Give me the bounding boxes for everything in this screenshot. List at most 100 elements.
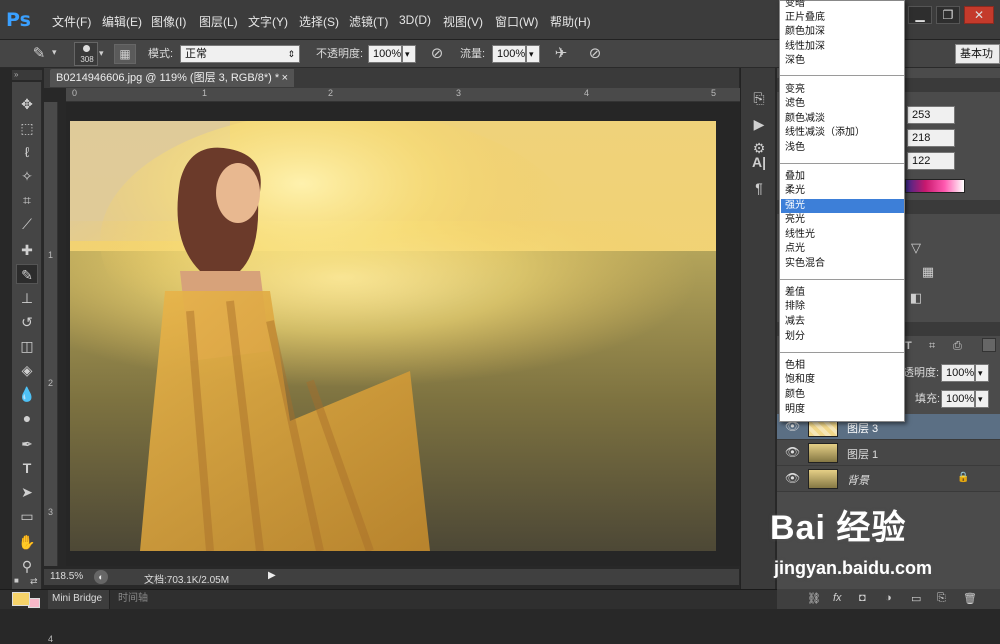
type-tool-icon[interactable]: T — [16, 458, 38, 478]
new-layer-icon[interactable]: ⎘ — [937, 592, 946, 605]
brush-tool-icon[interactable]: ✎ — [28, 44, 50, 64]
blend-mode-option[interactable]: 柔光 — [785, 184, 805, 198]
eyedropper-tool-icon[interactable]: ⟋ — [16, 214, 38, 234]
blend-mode-option[interactable]: 实色混合 — [785, 257, 825, 271]
brush-preset-picker[interactable]: 308 — [74, 42, 98, 66]
rectangle-tool-icon[interactable]: ▭ — [16, 506, 38, 526]
gradient-map-icon[interactable]: ▽ — [907, 240, 925, 256]
mode-select[interactable]: 正常 ⇕ — [180, 45, 300, 63]
brush-panel-toggle-icon[interactable]: ▦ — [114, 44, 136, 64]
close-window-button[interactable]: ✕ — [964, 6, 994, 24]
visibility-eye-icon[interactable]: 👁 — [785, 445, 800, 459]
blend-mode-option[interactable]: 亮光 — [785, 213, 805, 227]
actions-panel-icon[interactable]: ▶ — [749, 116, 769, 133]
layer-fill-field[interactable]: 100% — [941, 390, 975, 408]
adjustment-layer-icon[interactable]: ◑ — [885, 592, 892, 604]
layer-mask-icon[interactable]: ◘ — [859, 592, 866, 604]
menu-edit[interactable]: 编辑(E) — [102, 13, 142, 30]
blend-mode-option[interactable]: 颜色 — [785, 388, 805, 402]
airbrush-icon[interactable]: ✈ — [550, 44, 572, 62]
hand-tool-icon[interactable]: ✋ — [16, 532, 38, 552]
blend-mode-option[interactable]: 饱和度 — [785, 373, 815, 387]
red-value-field[interactable]: 253 — [907, 106, 955, 124]
blend-mode-option[interactable]: 变亮 — [785, 83, 805, 97]
green-value-field[interactable]: 218 — [907, 129, 955, 147]
clone-stamp-tool-icon[interactable]: ⊥ — [16, 288, 38, 308]
blend-mode-option[interactable]: 划分 — [785, 330, 805, 344]
flow-field[interactable]: 100% — [492, 45, 526, 63]
brush-tool-icon[interactable]: ✎ — [16, 264, 38, 284]
link-layers-icon[interactable]: ⛓ — [807, 592, 821, 605]
blend-mode-option[interactable]: 颜色加深 — [785, 25, 825, 39]
pressure-size-icon[interactable]: ⊘ — [584, 44, 606, 62]
menu-help[interactable]: 帮助(H) — [550, 13, 591, 30]
layer-name[interactable]: 图层 3 — [847, 420, 878, 436]
history-panel-icon[interactable]: ⎘ — [749, 90, 769, 107]
photo-canvas[interactable] — [70, 121, 716, 551]
restore-button[interactable]: ❐ — [936, 6, 960, 24]
pressure-opacity-icon[interactable]: ⊘ — [426, 44, 448, 62]
default-colors-icon[interactable]: ■ — [14, 576, 22, 585]
quick-select-tool-icon[interactable]: ✧ — [16, 166, 38, 186]
workspace-button[interactable]: 基本功 — [955, 44, 1000, 64]
opacity-dropdown-arrow-icon[interactable]: ▾ — [402, 45, 416, 63]
swap-colors-icon[interactable]: ⇄ — [30, 576, 40, 586]
chevron-down-icon[interactable]: ▾ — [52, 47, 57, 58]
layer-opacity-arrow-icon[interactable]: ▾ — [975, 364, 989, 382]
blend-mode-option[interactable]: 线性减淡（添加） — [785, 126, 865, 140]
menu-type[interactable]: 文字(Y) — [248, 13, 288, 30]
blend-mode-option[interactable]: 线性加深 — [785, 40, 825, 54]
brush-picker-arrow-icon[interactable]: ▾ — [99, 48, 104, 59]
tab-mini-bridge[interactable]: Mini Bridge — [48, 590, 110, 609]
tab-timeline[interactable]: 时间轴 — [116, 590, 166, 609]
menu-file[interactable]: 文件(F) — [52, 13, 91, 30]
blend-mode-option[interactable]: 差值 — [785, 286, 805, 300]
dodge-tool-icon[interactable]: ● — [16, 408, 38, 428]
blend-mode-option[interactable]: 排除 — [785, 300, 805, 314]
blend-mode-option[interactable]: 线性光 — [785, 228, 815, 242]
blend-mode-option[interactable]: 正片叠底 — [785, 11, 825, 25]
layer-fill-arrow-icon[interactable]: ▾ — [975, 390, 989, 408]
layer-name[interactable]: 图层 1 — [847, 446, 878, 462]
blend-mode-dropdown[interactable]: 变暗 正片叠底 颜色加深 线性加深 深色 变亮 滤色 颜色减淡 线性减淡（添加）… — [779, 0, 905, 422]
delete-layer-icon[interactable]: 🗑 — [963, 592, 977, 605]
blend-mode-option[interactable]: 颜色减淡 — [785, 112, 825, 126]
marquee-tool-icon[interactable]: ⬚ — [16, 118, 38, 138]
visibility-eye-icon[interactable]: 👁 — [785, 471, 800, 485]
type-filter-icon[interactable]: T — [905, 340, 912, 352]
character-panel-icon[interactable]: A| — [749, 154, 769, 170]
history-brush-tool-icon[interactable]: ↺ — [16, 312, 38, 332]
blend-mode-option[interactable]: 浅色 — [785, 141, 805, 155]
menu-view[interactable]: 视图(V) — [443, 13, 483, 30]
blend-mode-option[interactable]: 深色 — [785, 54, 805, 68]
blend-mode-option[interactable]: 明度 — [785, 403, 805, 417]
healing-brush-tool-icon[interactable]: ✚ — [16, 240, 38, 260]
lasso-tool-icon[interactable]: ℓ — [16, 142, 38, 162]
opacity-field[interactable]: 100% — [368, 45, 402, 63]
color-ramp[interactable] — [905, 179, 965, 193]
menu-image[interactable]: 图像(I) — [151, 13, 186, 30]
menu-select[interactable]: 选择(S) — [299, 13, 339, 30]
flow-dropdown-arrow-icon[interactable]: ▾ — [526, 45, 540, 63]
menu-window[interactable]: 窗口(W) — [495, 13, 538, 30]
blend-mode-option[interactable]: 减去 — [785, 315, 805, 329]
menu-filter[interactable]: 滤镜(T) — [349, 13, 388, 30]
menu-3d[interactable]: 3D(D) — [399, 13, 431, 27]
zoom-tool-icon[interactable]: ⚲ — [16, 556, 38, 576]
layer-name[interactable]: 背景 — [847, 472, 869, 488]
eraser-tool-icon[interactable]: ◫ — [16, 336, 38, 356]
filter-toggle[interactable] — [982, 338, 996, 352]
color-lookup-icon[interactable]: ▦ — [919, 264, 937, 280]
foreground-color-swatch[interactable] — [12, 592, 30, 606]
blend-mode-option[interactable]: 色相 — [785, 359, 805, 373]
blend-mode-option[interactable]: 叠加 — [785, 170, 805, 184]
menu-layer[interactable]: 图层(L) — [199, 13, 238, 30]
path-select-tool-icon[interactable]: ➤ — [16, 482, 38, 502]
move-tool-icon[interactable]: ✥ — [16, 94, 38, 114]
toolbar-collapse-icon[interactable]: » — [12, 70, 42, 80]
blur-tool-icon[interactable]: 💧 — [16, 384, 38, 404]
status-menu-arrow-icon[interactable]: ▶ — [268, 570, 276, 581]
smart-object-filter-icon[interactable]: ⎙ — [953, 340, 962, 353]
layer-opacity-field[interactable]: 100% — [941, 364, 975, 382]
document-tab[interactable]: B0214946606.jpg @ 119% (图层 3, RGB/8*) * … — [50, 69, 294, 87]
